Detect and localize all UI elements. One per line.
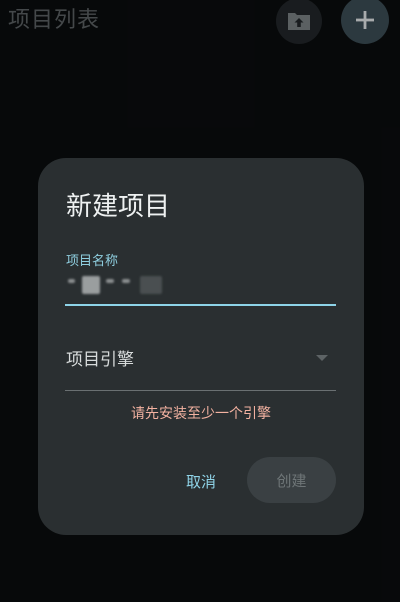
cancel-button[interactable]: 取消 [170,460,232,502]
dropdown-arrow-icon[interactable] [316,355,328,361]
new-project-dialog: 新建项目 项目名称 项目引擎 请先安装至少一个引擎 取消 创建 [38,158,364,535]
obscured-text [122,279,130,283]
obscured-text [82,276,100,294]
project-name-label: 项目名称 [66,254,119,269]
create-button[interactable]: 创建 [247,457,336,503]
obscured-text [68,279,75,283]
project-name-input[interactable] [66,270,336,298]
dialog-title: 新建项目 [66,192,171,222]
project-name-underline [65,304,336,306]
obscured-text [106,279,114,283]
engine-error-message: 请先安装至少一个引擎 [131,406,271,422]
project-engine-underline [65,390,336,391]
obscured-text [140,276,162,294]
project-engine-label: 项目引擎 [66,350,134,370]
